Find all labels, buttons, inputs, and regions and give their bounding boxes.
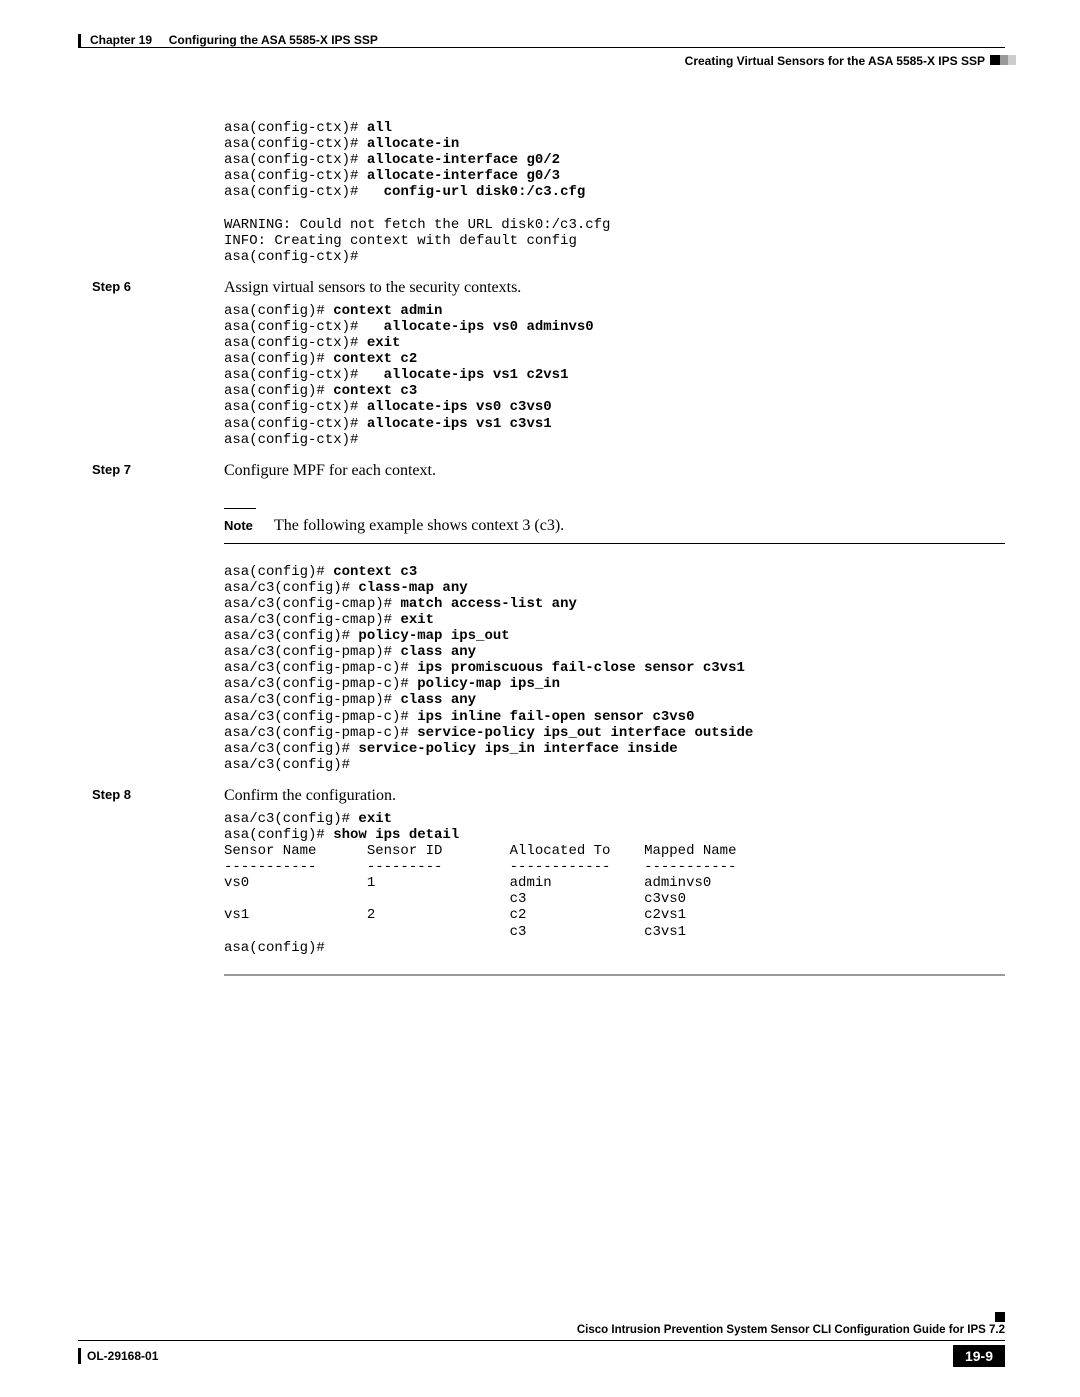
step-8: Step 8 Confirm the configuration. xyxy=(92,787,1005,805)
step-label: Step 8 xyxy=(92,787,224,805)
note-rule xyxy=(224,508,256,509)
step-7: Step 7 Configure MPF for each context. xyxy=(92,462,1005,480)
cli-block-3: asa(config)# context c3 asa/c3(config)# … xyxy=(224,564,1005,773)
doc-number: OL-29168-01 xyxy=(87,1349,158,1363)
footer-guide-title: Cisco Intrusion Prevention System Sensor… xyxy=(78,1324,1005,1336)
note-block: Note The following example shows context… xyxy=(224,508,1005,544)
header-accent-bar xyxy=(78,34,81,47)
step-6: Step 6 Assign virtual sensors to the sec… xyxy=(92,279,1005,297)
page: Chapter 19 Configuring the ASA 5585-X IP… xyxy=(0,0,1080,1397)
step-text: Confirm the configuration. xyxy=(224,787,396,805)
step-text: Configure MPF for each context. xyxy=(224,462,436,480)
page-number: 19-9 xyxy=(953,1345,1005,1367)
cli-block-2: asa(config)# context admin asa(config-ct… xyxy=(224,303,1005,448)
step-label: Step 6 xyxy=(92,279,224,297)
footer: Cisco Intrusion Prevention System Sensor… xyxy=(78,1324,1005,1367)
footer-rule xyxy=(78,1340,1005,1341)
chapter-title: Configuring the ASA 5585-X IPS SSP xyxy=(169,33,378,47)
cli-block-1: asa(config-ctx)# all asa(config-ctx)# al… xyxy=(224,120,1005,265)
running-header: Chapter 19 Configuring the ASA 5585-X IP… xyxy=(90,33,378,47)
main-content: asa(config-ctx)# all asa(config-ctx)# al… xyxy=(92,120,1005,976)
note-label: Note xyxy=(224,518,274,533)
section-end-rule xyxy=(224,974,1005,976)
deco-square-icon xyxy=(990,55,1000,65)
footer-accent-bar xyxy=(78,1348,81,1364)
header-rule xyxy=(78,47,1005,48)
note-text: The following example shows context 3 (c… xyxy=(274,517,564,535)
step-label: Step 7 xyxy=(92,462,224,480)
section-title: Creating Virtual Sensors for the ASA 558… xyxy=(685,54,985,68)
step-text: Assign virtual sensors to the security c… xyxy=(224,279,521,297)
chapter-label: Chapter 19 xyxy=(90,33,152,47)
deco-square-icon xyxy=(995,1312,1005,1322)
cli-block-4: asa/c3(config)# exit asa(config)# show i… xyxy=(224,811,1005,956)
